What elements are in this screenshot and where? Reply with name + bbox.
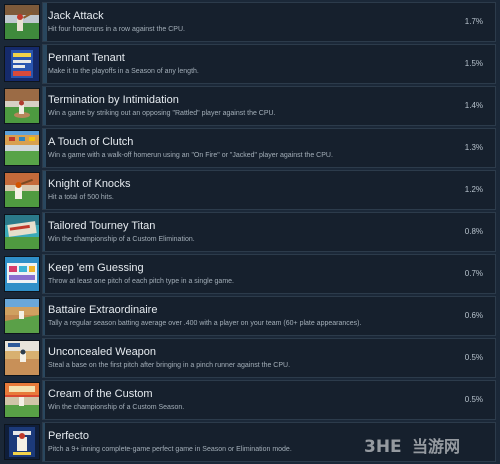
achievement-percent: 0.6% <box>464 311 483 320</box>
achievement-description: Hit four homeruns in a row against the C… <box>48 26 185 33</box>
ballfield-dirt-icon <box>4 298 40 334</box>
achievement-description: Pitch a 9+ inning complete-game perfect … <box>48 446 292 453</box>
achievement-percent: 0.5% <box>464 395 483 404</box>
ballpark-batter-icon <box>4 4 40 40</box>
achievement-progress-bar: Knight of Knocks Hit a total of 500 hits… <box>42 170 496 210</box>
achievement-title: Tailored Tourney Titan <box>48 220 156 232</box>
achievement-row[interactable]: Cream of the Custom Win the championship… <box>0 380 500 422</box>
perfect-game-icon <box>4 424 40 460</box>
achievement-progress-fill <box>43 3 47 41</box>
achievement-description: Hit a total of 500 hits. <box>48 194 114 201</box>
achievement-title: Termination by Intimidation <box>48 94 179 106</box>
achievement-title: Battaire Extraordinaire <box>48 304 158 316</box>
site-watermark-logo: 3HE 当游网 <box>364 436 492 456</box>
tournament-trophy-icon <box>4 214 40 250</box>
custom-season-icon <box>4 382 40 418</box>
achievement-progress-bar: Termination by Intimidation Win a game b… <box>42 86 496 126</box>
achievement-description: Make it to the playoffs in a Season of a… <box>48 68 199 75</box>
achievement-progress-fill <box>43 213 45 251</box>
achievement-progress-fill <box>43 255 45 293</box>
achievement-list: Jack Attack Hit four homeruns in a row a… <box>0 0 500 464</box>
achievement-description: Win the championship of a Custom Season. <box>48 404 185 411</box>
svg-text:当游网: 当游网 <box>412 437 460 456</box>
batter-swing-icon <box>4 172 40 208</box>
achievement-progress-bar: Tailored Tourney Titan Win the champions… <box>42 212 496 252</box>
achievement-progress-bar: Battaire Extraordinaire Tally a regular … <box>42 296 496 336</box>
achievement-progress-fill <box>43 423 45 461</box>
achievement-row[interactable]: Battaire Extraordinaire Tally a regular … <box>0 296 500 338</box>
achievement-percent: 1.5% <box>464 59 483 68</box>
achievement-percent: 1.4% <box>464 101 483 110</box>
achievement-row[interactable]: Termination by Intimidation Win a game b… <box>0 86 500 128</box>
achievement-progress-fill <box>43 45 47 83</box>
pitcher-mound-icon <box>4 88 40 124</box>
achievement-row[interactable]: Keep 'em Guessing Throw at least one pit… <box>0 254 500 296</box>
achievement-percent: 0.5% <box>464 353 483 362</box>
achievement-row[interactable]: Tailored Tourney Titan Win the champions… <box>0 212 500 254</box>
achievement-progress-fill <box>43 129 46 167</box>
achievement-row[interactable]: Pennant Tenant Make it to the playoffs i… <box>0 44 500 86</box>
achievement-description: Win a game with a walk-off homerun using… <box>48 152 333 159</box>
achievement-percent: 1.2% <box>464 185 483 194</box>
achievement-title: Keep 'em Guessing <box>48 262 144 274</box>
achievement-percent: 1.7% <box>464 17 483 26</box>
achievement-progress-bar: Pennant Tenant Make it to the playoffs i… <box>42 44 496 84</box>
achievement-progress-bar: Jack Attack Hit four homeruns in a row a… <box>42 2 496 42</box>
achievement-title: Unconcealed Weapon <box>48 346 157 358</box>
stolen-base-icon <box>4 340 40 376</box>
achievement-row[interactable]: Unconcealed Weapon Steal a base on the f… <box>0 338 500 380</box>
achievement-title: A Touch of Clutch <box>48 136 134 148</box>
achievement-progress-fill <box>43 87 46 125</box>
achievement-title: Pennant Tenant <box>48 52 125 64</box>
achievement-progress-fill <box>43 339 45 377</box>
achievement-progress-fill <box>43 171 46 209</box>
achievement-progress-fill <box>43 297 45 335</box>
achievement-title: Knight of Knocks <box>48 178 131 190</box>
achievement-description: Win the championship of a Custom Elimina… <box>48 236 195 243</box>
achievement-title: Cream of the Custom <box>48 388 153 400</box>
achievement-description: Win a game by striking out an opposing "… <box>48 110 276 117</box>
pitch-types-icon <box>4 256 40 292</box>
pennant-poster-icon <box>4 46 40 82</box>
achievement-description: Throw at least one pitch of each pitch t… <box>48 278 234 285</box>
achievement-progress-bar: A Touch of Clutch Win a game with a walk… <box>42 128 496 168</box>
achievement-row[interactable]: A Touch of Clutch Win a game with a walk… <box>0 128 500 170</box>
svg-text:3HE: 3HE <box>364 437 402 456</box>
achievement-title: Perfecto <box>48 430 89 442</box>
achievement-percent: 0.8% <box>464 227 483 236</box>
achievement-row[interactable]: Jack Attack Hit four homeruns in a row a… <box>0 2 500 44</box>
achievement-description: Steal a base on the first pitch after br… <box>48 362 291 369</box>
achievement-percent: 1.3% <box>464 143 483 152</box>
stadium-crowd-icon <box>4 130 40 166</box>
achievement-progress-fill <box>43 381 45 419</box>
achievement-progress-bar: Keep 'em Guessing Throw at least one pit… <box>42 254 496 294</box>
achievement-description: Tally a regular season batting average o… <box>48 320 362 327</box>
achievement-percent: 0.7% <box>464 269 483 278</box>
achievement-progress-bar: Cream of the Custom Win the championship… <box>42 380 496 420</box>
achievement-row[interactable]: Knight of Knocks Hit a total of 500 hits… <box>0 170 500 212</box>
achievement-progress-bar: Unconcealed Weapon Steal a base on the f… <box>42 338 496 378</box>
achievement-title: Jack Attack <box>48 10 104 22</box>
